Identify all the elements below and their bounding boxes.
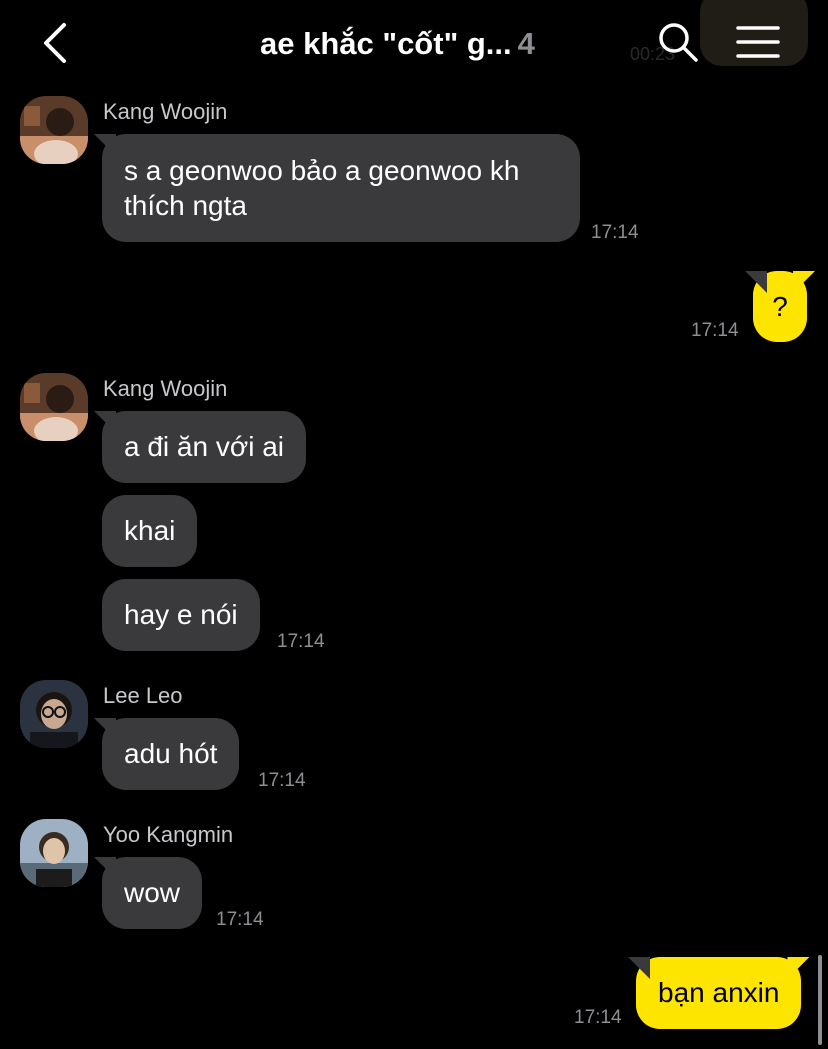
sender-name: Kang Woojin: [103, 99, 228, 124]
message-time: 17:14: [574, 1007, 622, 1028]
message-time: 17:14: [591, 222, 639, 243]
my-message-bubble[interactable]: ?: [753, 271, 807, 342]
sender-name: Yoo Kangmin: [103, 822, 234, 847]
sender-name: Kang Woojin: [103, 376, 228, 401]
avatar-photo: [20, 680, 88, 748]
message-bubble[interactable]: s a geonwoo bảo a geonwoo kh thích ngta: [102, 134, 580, 242]
message-time: 17:14: [258, 770, 306, 791]
avatar-kang-woojin[interactable]: [20, 373, 88, 441]
message-bubble[interactable]: khai: [102, 495, 198, 567]
message-text-line: s a geonwoo bảo a geonwoo kh: [124, 155, 520, 186]
avatar-yoo-kangmin[interactable]: [20, 819, 88, 887]
scrollbar[interactable]: [818, 955, 822, 1045]
chat-title-text: ae khắc "cốt" g...: [260, 26, 512, 61]
chat-screen: 00:23 ae khắc "cốt" g... 4 Kang Woojin s…: [0, 0, 828, 1049]
back-button[interactable]: [30, 20, 80, 66]
menu-button[interactable]: [734, 22, 782, 62]
avatar-lee-leo[interactable]: [20, 680, 88, 748]
search-icon: [659, 23, 698, 62]
avatar-photo: [20, 373, 88, 441]
message-time: 17:14: [691, 320, 739, 341]
hamburger-menu-icon: [736, 26, 780, 58]
message-bubble[interactable]: a đi ăn với ai: [102, 411, 307, 483]
sender-name: Lee Leo: [103, 683, 183, 708]
message-time: 17:14: [216, 909, 264, 930]
chat-header: 00:23 ae khắc "cốt" g... 4: [0, 0, 828, 88]
avatar-photo: [20, 819, 88, 887]
message-time: 17:14: [277, 631, 325, 652]
chevron-left-icon: [44, 23, 66, 63]
avatar-photo: [20, 96, 88, 164]
avatar-kang-woojin[interactable]: [20, 96, 88, 164]
message-bubble[interactable]: hay e nói: [102, 579, 260, 651]
message-bubble[interactable]: wow: [102, 857, 203, 929]
message-bubble[interactable]: adu hót: [102, 718, 240, 790]
search-button[interactable]: [656, 20, 700, 64]
message-text-line: thích ngta: [124, 190, 247, 221]
chat-title: ae khắc "cốt" g... 4: [260, 24, 535, 64]
my-message-bubble[interactable]: bạn anxin: [636, 957, 802, 1029]
member-count: 4: [517, 26, 535, 61]
